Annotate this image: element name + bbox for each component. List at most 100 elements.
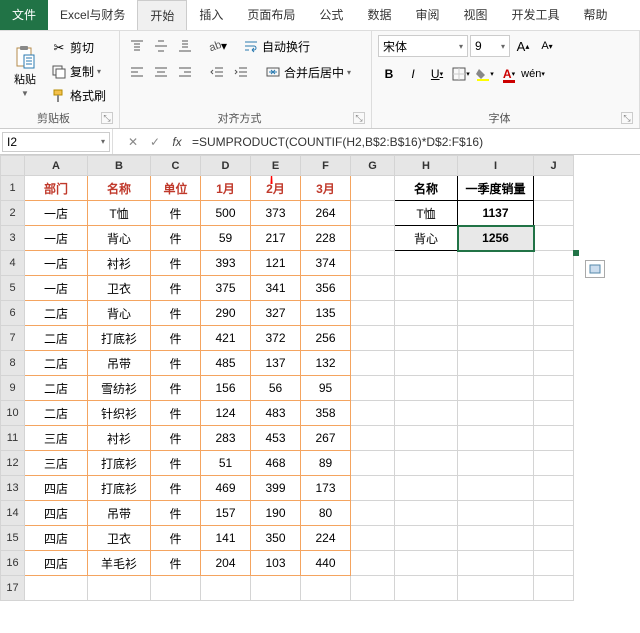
row-header-13[interactable]: 13 xyxy=(1,476,25,501)
cell-G13[interactable] xyxy=(351,476,395,501)
cell-B3[interactable]: 背心 xyxy=(88,226,151,251)
cell-I12[interactable] xyxy=(458,451,534,476)
cell-A14[interactable]: 四店 xyxy=(25,501,88,526)
cell-J12[interactable] xyxy=(534,451,574,476)
cell-A1[interactable]: 部门 xyxy=(25,176,88,201)
cell-J15[interactable] xyxy=(534,526,574,551)
cell-C11[interactable]: 件 xyxy=(151,426,201,451)
cell-E3[interactable]: 217 xyxy=(251,226,301,251)
cell-A2[interactable]: 一店 xyxy=(25,201,88,226)
cell-I14[interactable] xyxy=(458,501,534,526)
row-header-16[interactable]: 16 xyxy=(1,551,25,576)
cell-C8[interactable]: 件 xyxy=(151,351,201,376)
align-top-button[interactable] xyxy=(126,35,148,57)
tab-excel-finance[interactable]: Excel与财务 xyxy=(48,0,137,30)
increase-indent-button[interactable] xyxy=(230,61,252,83)
cell-C7[interactable]: 件 xyxy=(151,326,201,351)
cell-H11[interactable] xyxy=(395,426,458,451)
cell-H7[interactable] xyxy=(395,326,458,351)
cell-I1[interactable]: 一季度销量 xyxy=(458,176,534,201)
cell-J6[interactable] xyxy=(534,301,574,326)
wrap-text-button[interactable]: 自动换行 xyxy=(240,35,313,57)
cell-C15[interactable]: 件 xyxy=(151,526,201,551)
col-header-F[interactable]: F xyxy=(301,156,351,176)
cell-A16[interactable]: 四店 xyxy=(25,551,88,576)
tab-developer[interactable]: 开发工具 xyxy=(499,0,571,30)
cell-D17[interactable] xyxy=(201,576,251,601)
cell-A6[interactable]: 二店 xyxy=(25,301,88,326)
cell-I7[interactable] xyxy=(458,326,534,351)
cell-F1[interactable]: 3月 xyxy=(301,176,351,201)
cell-H6[interactable] xyxy=(395,301,458,326)
cell-B1[interactable]: 名称 xyxy=(88,176,151,201)
cell-B6[interactable]: 背心 xyxy=(88,301,151,326)
cell-E4[interactable]: 121 xyxy=(251,251,301,276)
cell-F2[interactable]: 264 xyxy=(301,201,351,226)
align-left-button[interactable] xyxy=(126,61,148,83)
cell-G8[interactable] xyxy=(351,351,395,376)
cell-G14[interactable] xyxy=(351,501,395,526)
cell-E2[interactable]: 373 xyxy=(251,201,301,226)
cell-C10[interactable]: 件 xyxy=(151,401,201,426)
cut-button[interactable]: ✂ 剪切 xyxy=(48,37,109,59)
cell-I15[interactable] xyxy=(458,526,534,551)
cell-D4[interactable]: 393 xyxy=(201,251,251,276)
border-button[interactable]: ▾ xyxy=(450,63,472,85)
cell-H8[interactable] xyxy=(395,351,458,376)
cell-H2[interactable]: T恤 xyxy=(395,201,458,226)
italic-button[interactable]: I xyxy=(402,63,424,85)
cell-A11[interactable]: 三店 xyxy=(25,426,88,451)
font-size-select[interactable]: 9▾ xyxy=(470,35,510,57)
orientation-button[interactable]: ab▾ xyxy=(206,35,228,57)
cell-B15[interactable]: 卫衣 xyxy=(88,526,151,551)
cell-E17[interactable] xyxy=(251,576,301,601)
font-name-select[interactable]: 宋体▾ xyxy=(378,35,468,57)
cell-C5[interactable]: 件 xyxy=(151,276,201,301)
cell-I3[interactable]: 1256 xyxy=(458,226,534,251)
cell-D14[interactable]: 157 xyxy=(201,501,251,526)
increase-font-button[interactable]: A▴ xyxy=(512,35,534,57)
cell-E1[interactable]: 2月 xyxy=(251,176,301,201)
cell-J14[interactable] xyxy=(534,501,574,526)
cell-H1[interactable]: 名称 xyxy=(395,176,458,201)
cell-E8[interactable]: 137 xyxy=(251,351,301,376)
cell-J11[interactable] xyxy=(534,426,574,451)
name-box[interactable]: I2▾ xyxy=(2,132,110,152)
tab-home[interactable]: 开始 xyxy=(137,0,187,30)
decrease-font-button[interactable]: A▾ xyxy=(536,35,558,57)
cell-J9[interactable] xyxy=(534,376,574,401)
col-header-G[interactable]: G xyxy=(351,156,395,176)
decrease-indent-button[interactable] xyxy=(206,61,228,83)
cell-A9[interactable]: 二店 xyxy=(25,376,88,401)
cell-H17[interactable] xyxy=(395,576,458,601)
cell-E5[interactable]: 341 xyxy=(251,276,301,301)
row-header-8[interactable]: 8 xyxy=(1,351,25,376)
cell-A5[interactable]: 一店 xyxy=(25,276,88,301)
cell-B10[interactable]: 针织衫 xyxy=(88,401,151,426)
cell-J16[interactable] xyxy=(534,551,574,576)
cell-B17[interactable] xyxy=(88,576,151,601)
cell-F16[interactable]: 440 xyxy=(301,551,351,576)
cell-B13[interactable]: 打底衫 xyxy=(88,476,151,501)
tab-data[interactable]: 数据 xyxy=(355,0,403,30)
cell-I8[interactable] xyxy=(458,351,534,376)
cell-F6[interactable]: 135 xyxy=(301,301,351,326)
cell-J8[interactable] xyxy=(534,351,574,376)
col-header-I[interactable]: I xyxy=(458,156,534,176)
cell-E13[interactable]: 399 xyxy=(251,476,301,501)
cell-A7[interactable]: 二店 xyxy=(25,326,88,351)
underline-button[interactable]: U▾ xyxy=(426,63,448,85)
row-header-10[interactable]: 10 xyxy=(1,401,25,426)
cell-A17[interactable] xyxy=(25,576,88,601)
formula-input[interactable]: =SUMPRODUCT(COUNTIF(H2,B$2:B$16)*D$2:F$1… xyxy=(188,131,640,153)
cell-D7[interactable]: 421 xyxy=(201,326,251,351)
cell-A12[interactable]: 三店 xyxy=(25,451,88,476)
cell-D3[interactable]: 59 xyxy=(201,226,251,251)
cell-A15[interactable]: 四店 xyxy=(25,526,88,551)
cell-F17[interactable] xyxy=(301,576,351,601)
row-header-5[interactable]: 5 xyxy=(1,276,25,301)
align-center-button[interactable] xyxy=(150,61,172,83)
cell-A4[interactable]: 一店 xyxy=(25,251,88,276)
cell-G9[interactable] xyxy=(351,376,395,401)
cell-B7[interactable]: 打底衫 xyxy=(88,326,151,351)
